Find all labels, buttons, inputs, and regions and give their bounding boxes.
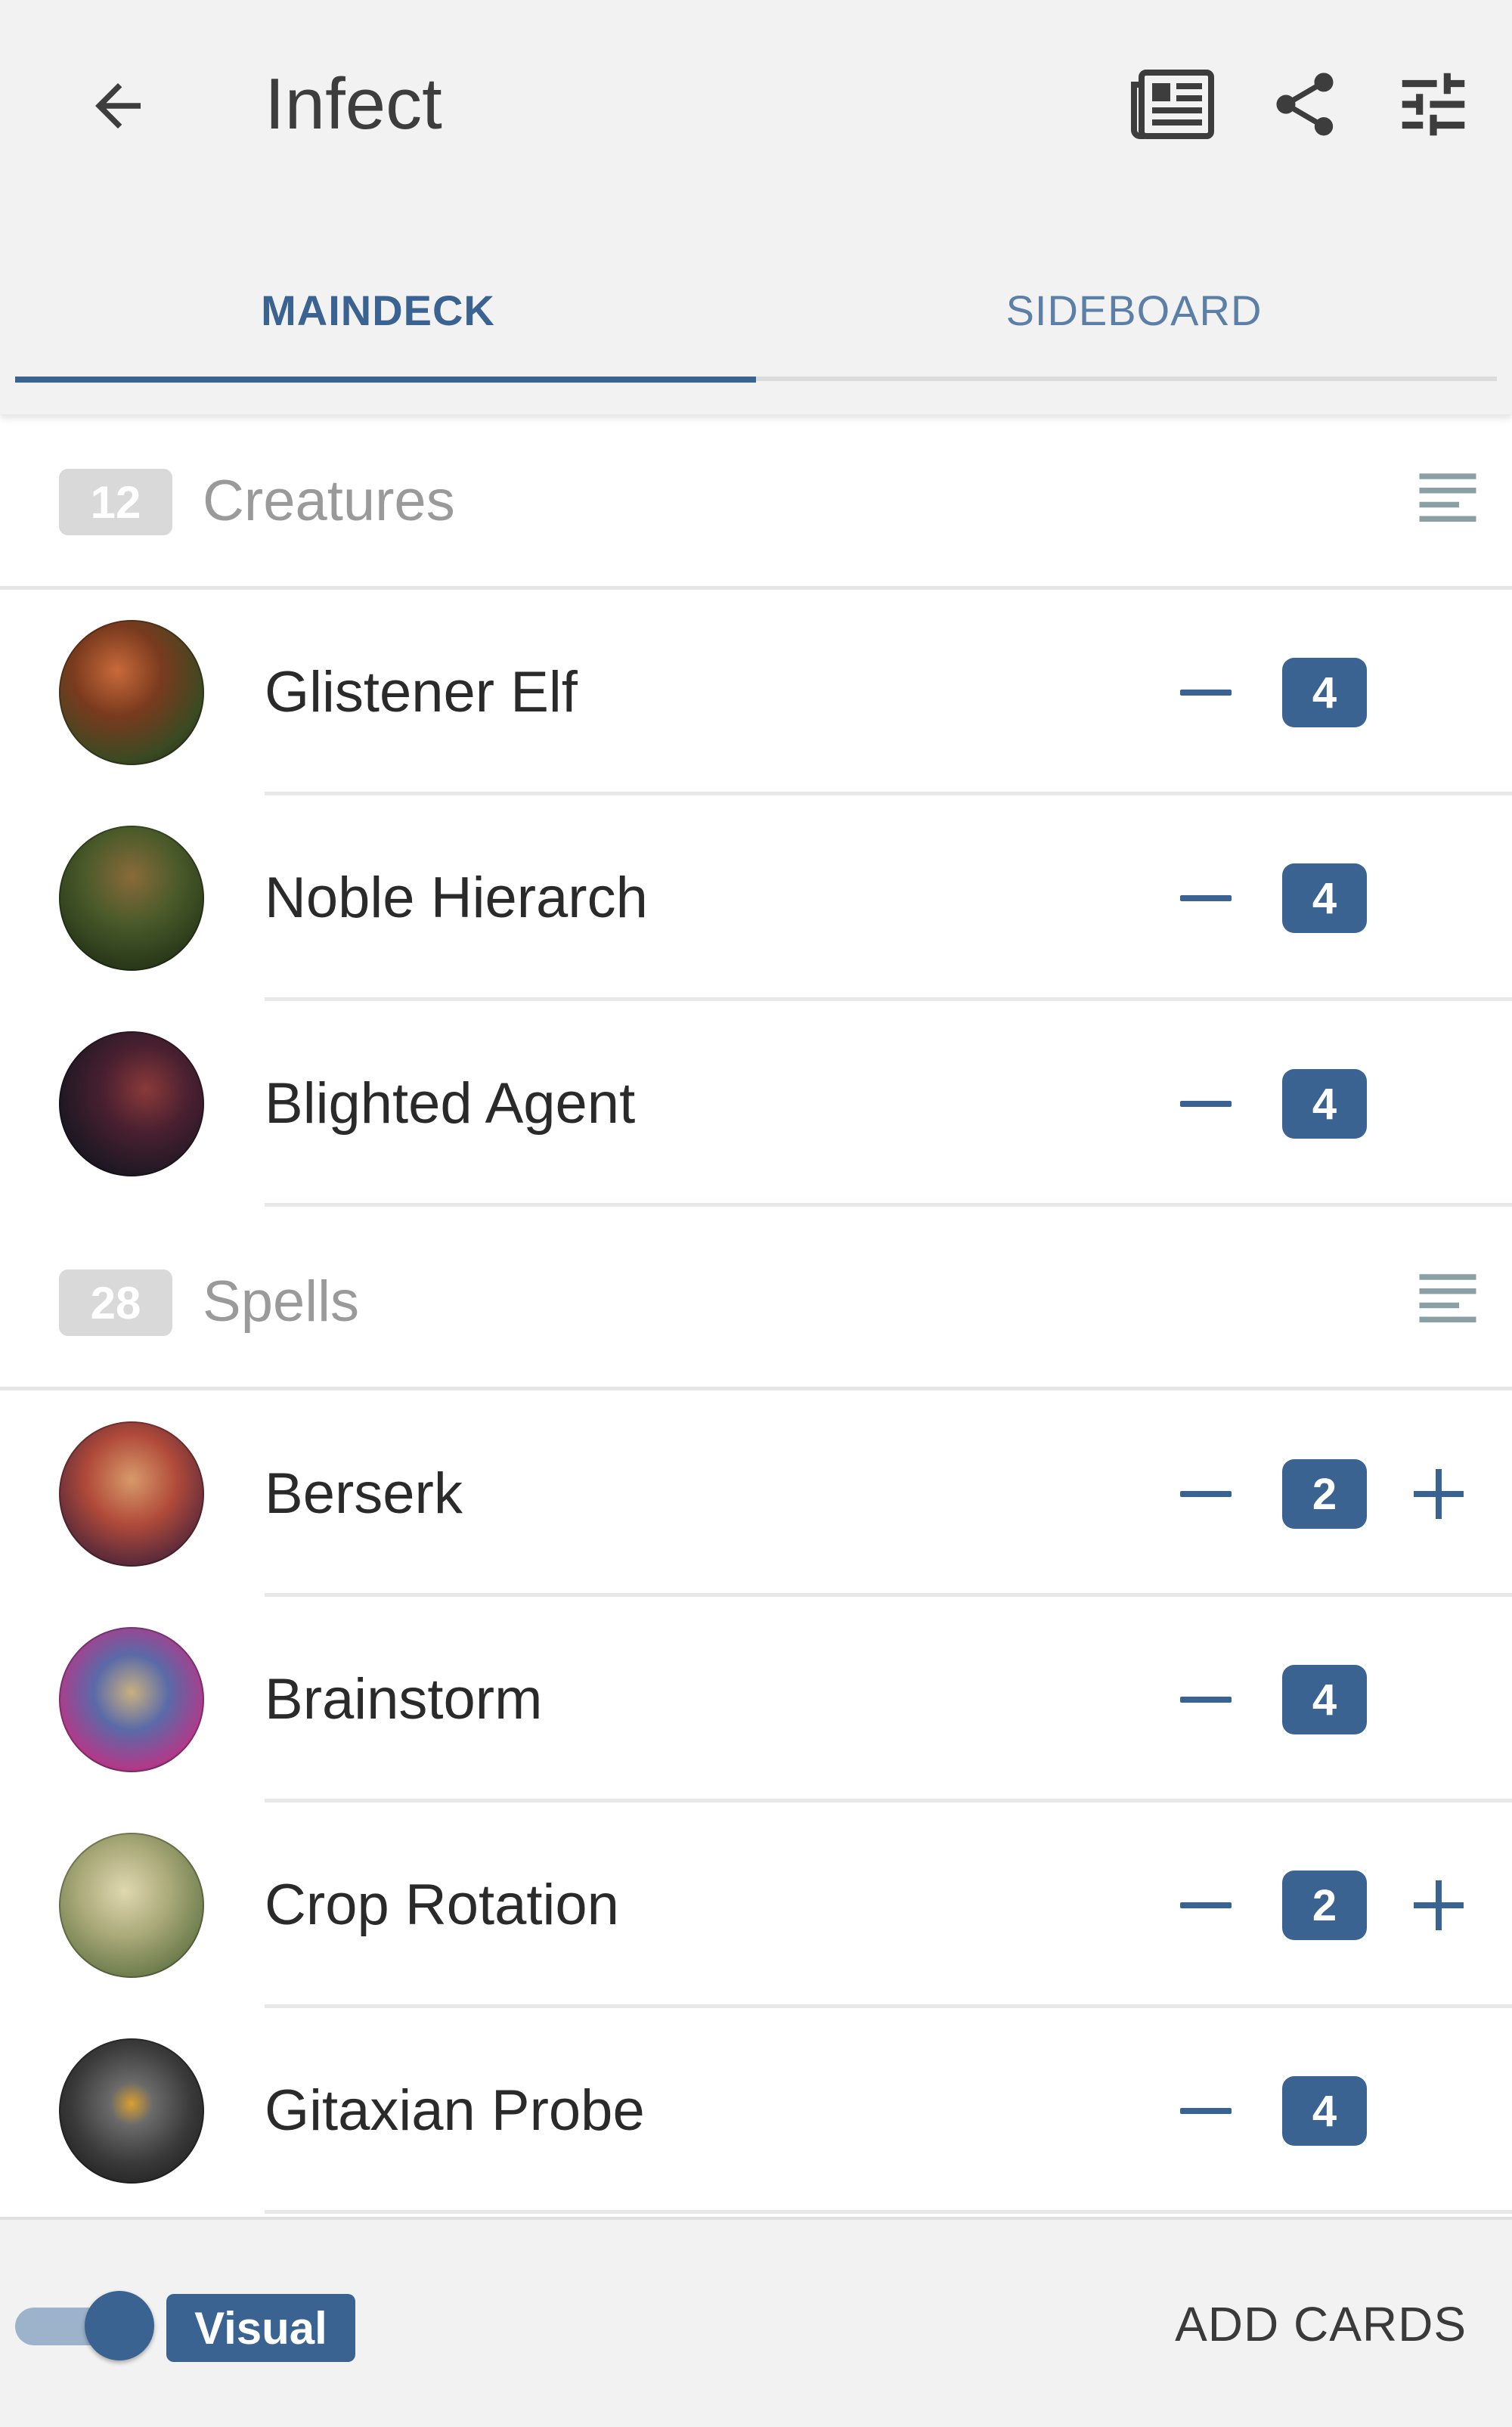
card-art-thumbnail [59, 1421, 204, 1567]
minus-icon [1180, 690, 1232, 696]
card-art-thumbnail [59, 2038, 204, 2184]
tab-sideboard[interactable]: SIDEBOARD [756, 265, 1512, 355]
minus-icon [1180, 1697, 1232, 1703]
card-row[interactable]: Berserk 2 [0, 1391, 1512, 1597]
card-name: Brainstorm [265, 1667, 543, 1731]
row-divider [265, 1203, 1512, 1207]
article-view-icon [1131, 70, 1214, 139]
decrease-button[interactable] [1164, 1662, 1247, 1737]
card-row[interactable]: Blighted Agent 4 [0, 1001, 1512, 1207]
decrease-button[interactable] [1164, 1066, 1247, 1142]
section-count-badge: 12 [59, 469, 172, 535]
section-header-spells: 28 Spells [0, 1219, 1512, 1390]
quantity-badge: 4 [1282, 2076, 1367, 2146]
card-art-thumbnail [59, 1833, 204, 1978]
sort-icon[interactable] [1414, 465, 1482, 533]
app-bar: Infect MAINDECK SIDEBOARD [0, 0, 1512, 414]
back-button[interactable] [73, 60, 163, 151]
tune-button[interactable] [1380, 51, 1486, 157]
card-art-thumbnail [59, 826, 204, 971]
section-title: Spells [203, 1269, 359, 1334]
quantity-badge: 4 [1282, 1069, 1367, 1139]
sort-icon[interactable] [1414, 1266, 1482, 1334]
tab-maindeck[interactable]: MAINDECK [0, 265, 756, 355]
card-row[interactable]: Crop Rotation 2 [0, 1802, 1512, 2008]
share-button[interactable] [1252, 51, 1358, 157]
minus-icon [1180, 1902, 1232, 1908]
card-name: Glistener Elf [265, 660, 578, 724]
increase-button[interactable] [1397, 1861, 1480, 1949]
card-name: Berserk [265, 1461, 463, 1526]
section-header-creatures: 12 Creatures [0, 418, 1512, 590]
add-cards-button[interactable]: ADD CARDS [1175, 2286, 1467, 2362]
view-mode-label: Visual [166, 2294, 355, 2362]
decrease-button[interactable] [1164, 1868, 1247, 1943]
page-title: Infect [265, 64, 442, 144]
section-title: Creatures [203, 469, 455, 533]
card-art-thumbnail [59, 620, 204, 765]
card-art-thumbnail [59, 1627, 204, 1772]
card-row[interactable]: Noble Hierarch 4 [0, 795, 1512, 1001]
card-art-thumbnail [59, 1031, 204, 1176]
card-name: Crop Rotation [265, 1873, 619, 1937]
quantity-badge: 4 [1282, 863, 1367, 933]
decrease-button[interactable] [1164, 2073, 1247, 2149]
quantity-badge: 4 [1282, 658, 1367, 727]
card-row[interactable]: Gitaxian Probe 4 [0, 2008, 1512, 2214]
toggle-knob [85, 2291, 154, 2360]
article-view-button[interactable] [1120, 51, 1226, 157]
quantity-badge: 4 [1282, 1665, 1367, 1734]
card-name: Noble Hierarch [265, 866, 648, 930]
share-icon [1276, 73, 1334, 136]
decrease-button[interactable] [1164, 1456, 1247, 1532]
section-count-badge: 28 [59, 1269, 172, 1336]
decrease-button[interactable] [1164, 860, 1247, 936]
row-divider [265, 2210, 1512, 2214]
tune-icon [1402, 73, 1465, 136]
increase-button[interactable] [1397, 1450, 1480, 1538]
visual-mode-toggle[interactable] [15, 2282, 154, 2365]
minus-icon [1180, 1491, 1232, 1497]
quantity-badge: 2 [1282, 1459, 1367, 1529]
card-name: Blighted Agent [265, 1071, 636, 1136]
decrease-button[interactable] [1164, 655, 1247, 730]
bottom-bar: Visual ADD CARDS [0, 2217, 1512, 2427]
card-row[interactable]: Brainstorm 4 [0, 1597, 1512, 1802]
minus-icon [1180, 2108, 1232, 2114]
card-name: Gitaxian Probe [265, 2078, 645, 2143]
tab-indicator [15, 377, 756, 383]
card-row[interactable]: Glistener Elf 4 [0, 590, 1512, 795]
minus-icon [1180, 1101, 1232, 1107]
arrow-back-icon [95, 83, 141, 129]
minus-icon [1180, 895, 1232, 901]
quantity-badge: 2 [1282, 1871, 1367, 1940]
